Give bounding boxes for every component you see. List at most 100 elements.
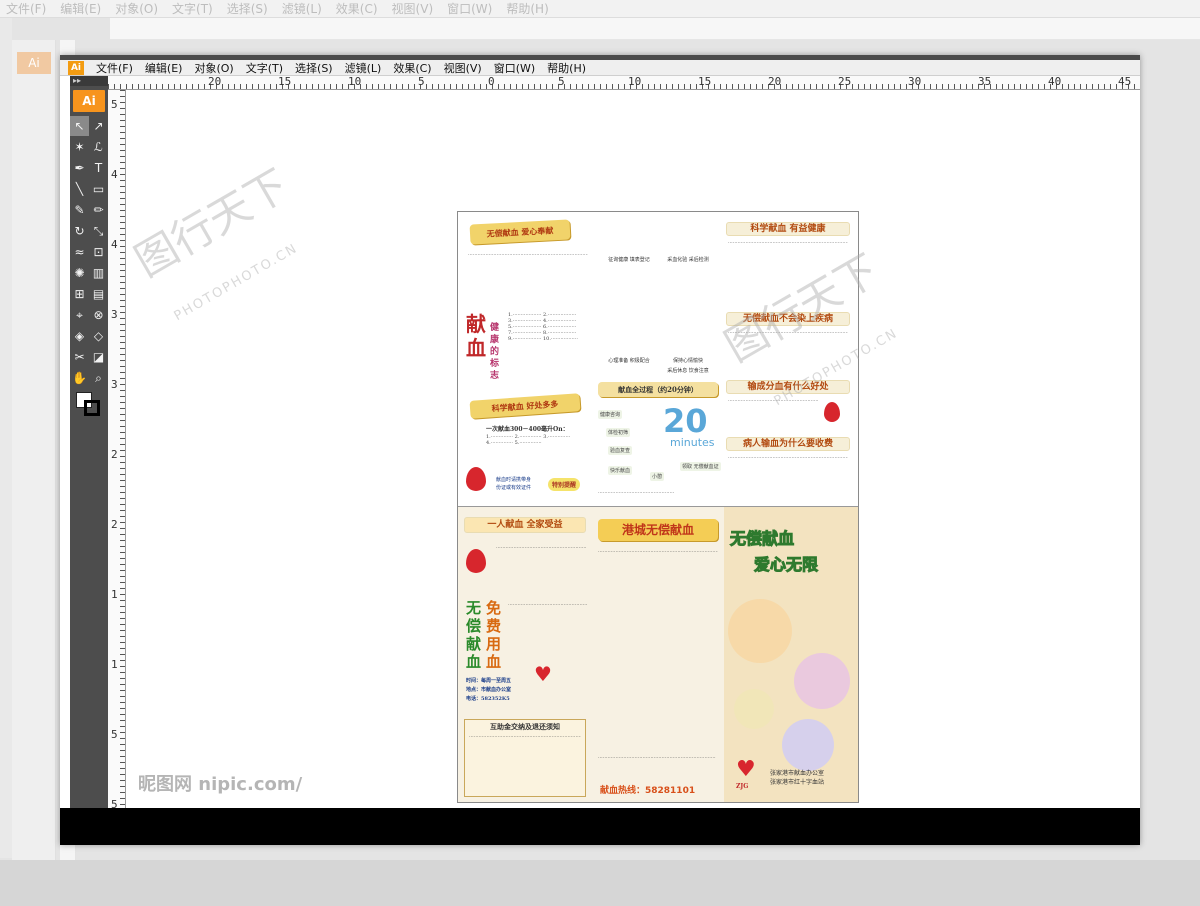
ghost-menu-item: 编辑(E) [60, 2, 102, 16]
zoom-tool-icon[interactable]: ⌕ [89, 368, 108, 388]
ruler-label: 20 [768, 75, 782, 88]
ruler-label: 4 [111, 238, 118, 251]
menu-type[interactable]: 文字(T) [240, 60, 289, 76]
rotate-tool-icon[interactable]: ↻ [70, 221, 89, 241]
menu-help[interactable]: 帮助(H) [541, 60, 592, 76]
mutual-fund-text: ········································… [469, 734, 581, 740]
blend-tool-icon[interactable]: ⊗ [89, 305, 108, 325]
fill-stroke-swatch[interactable] [70, 388, 108, 424]
right-heading: 病人输血为什么要收费 [726, 437, 850, 451]
live-paint-selection-tool-icon[interactable]: ◇ [89, 326, 108, 346]
rectangle-tool-icon[interactable]: ▭ [89, 179, 108, 199]
scale-tool-icon[interactable]: ⤡ [89, 221, 108, 241]
city-ribbon-title: 港城无偿献血 [598, 519, 718, 541]
menu-edit[interactable]: 编辑(E) [139, 60, 189, 76]
decor-circle [728, 599, 792, 663]
warp-tool-icon[interactable]: ≈ [70, 242, 89, 262]
flow-heading: 献血全过程（约20分钟） [598, 382, 718, 397]
process-label: 采后休息 饮食注意 [667, 368, 709, 374]
direct-selection-tool-icon[interactable]: ↗ [89, 116, 108, 136]
decor-circle [734, 689, 774, 729]
document-canvas[interactable]: 无偿献血 爱心奉献 ······························… [126, 90, 1140, 808]
bottom-paragraph: ········································… [508, 602, 588, 608]
organization-line: 张家港市红十字血站 [770, 779, 825, 786]
ruler-label: 2 [111, 518, 118, 531]
pen-tool-icon[interactable]: ✒ [70, 158, 89, 178]
process-label: 心理准备 积极配合 [608, 358, 650, 364]
process-label: 征询健康 填表登记 [608, 257, 650, 263]
type-tool-icon[interactable]: T [89, 158, 108, 178]
lasso-tool-icon[interactable]: ℒ [89, 137, 108, 157]
benefits-list: 1.·················· 2.·················… [508, 312, 578, 342]
ruler-label: 35 [978, 75, 992, 88]
right-heading: 科学献血 有益健康 [726, 222, 850, 236]
mutual-fund-box: 互助金交纳及退还须知 ·····························… [464, 719, 586, 797]
magic-wand-tool-icon[interactable]: ✶ [70, 137, 89, 157]
blood-drop-mascot-icon [466, 467, 486, 491]
ruler-label: 1 [111, 658, 118, 671]
ruler-label: 45 [1118, 75, 1132, 88]
column-graph-tool-icon[interactable]: ▥ [89, 263, 108, 283]
contact-row: 地点：市献血办公室 [466, 687, 512, 693]
menu-object[interactable]: 对象(O) [188, 60, 239, 76]
vertical-slogan-orange: 免费用血 [486, 599, 502, 671]
minutes-word: minutes [670, 436, 715, 449]
tools-panel-grip[interactable]: ▸▸ [70, 76, 108, 86]
ghost-menubar: 文件(F) 编辑(E) 对象(O) 文字(T) 选择(S) 滤镜(L) 效果(C… [0, 0, 1200, 18]
cover-slogan-line-2: 爱心无限 [753, 555, 819, 575]
red-cross-heart-logo-icon: ♥ [736, 757, 756, 782]
menu-select[interactable]: 选择(S) [289, 60, 339, 76]
brochure-artboard[interactable]: 无偿献血 爱心奉献 ······························… [457, 211, 859, 803]
ruler-label: 20 [208, 75, 222, 88]
ai-app-icon[interactable]: Ai [68, 60, 84, 75]
menu-view[interactable]: 视图(V) [438, 60, 488, 76]
bottom-gray-band [0, 860, 1200, 906]
bottom-heading-1: 一人献血 全家受益 [464, 517, 586, 533]
ghost-ai-logo: Ai [17, 52, 51, 74]
heart-icon: ♥ [534, 662, 552, 686]
gradient-tool-icon[interactable]: ▤ [89, 284, 108, 304]
paintbrush-tool-icon[interactable]: ✎ [70, 200, 89, 220]
id-reminder-line: 献血时请携带身 [496, 477, 532, 483]
hand-tool-icon[interactable]: ✋ [70, 368, 89, 388]
stroke-swatch[interactable] [84, 400, 100, 416]
ruler-label: 40 [1048, 75, 1062, 88]
live-paint-tool-icon[interactable]: ◈ [70, 326, 89, 346]
brochure-outside-panel: 一人献血 全家受益 ······························… [458, 507, 858, 802]
ruler-label: 1 [111, 588, 118, 601]
vertical-ruler[interactable]: 54433221155 [108, 90, 126, 836]
decor-circle [782, 719, 834, 771]
ghost-menu-item: 对象(O) [115, 2, 159, 16]
slice-tool-icon[interactable]: ✂ [70, 347, 89, 367]
line-tool-icon[interactable]: ╲ [70, 179, 89, 199]
cover-panel: 无偿献血 爱心无限 ♥ ZJG 张家港市献血办公室 张家港市红十字血站 [724, 507, 858, 802]
ghost-side-strip [0, 18, 12, 858]
bottom-paragraph: ········································… [496, 545, 586, 551]
ruler-label: 10 [628, 75, 642, 88]
ruler-label: 5 [111, 98, 118, 111]
symbol-sprayer-tool-icon[interactable]: ✺ [70, 263, 89, 283]
eyedropper-tool-icon[interactable]: ⌖ [70, 305, 89, 325]
intro-paragraph: ········································… [468, 252, 588, 258]
eraser-tool-icon[interactable]: ◪ [89, 347, 108, 367]
step-donate: 快乐献血 [608, 466, 633, 475]
ruler-label: 3 [111, 308, 118, 321]
minutes-number: 20 [663, 402, 708, 440]
horizontal-ruler[interactable]: 20 15 10 5 0 5 10 15 20 25 30 35 40 45 [108, 76, 1140, 90]
free-transform-tool-icon[interactable]: ⊡ [89, 242, 108, 262]
ruler-label: 10 [348, 75, 362, 88]
cover-slogan-line-1: 无偿献血 [729, 529, 795, 549]
contact-info: 时间：每周一至周五 地点：市献血办公室 电话：582352K5 [466, 677, 511, 704]
ruler-label: 2 [111, 448, 118, 461]
selection-tool-icon[interactable]: ↖ [70, 116, 89, 136]
logo-text: ZJG [736, 783, 749, 790]
menu-filter[interactable]: 滤镜(L) [339, 60, 388, 76]
menu-effect[interactable]: 效果(C) [387, 60, 437, 76]
mesh-tool-icon[interactable]: ⊞ [70, 284, 89, 304]
ruler-label: 5 [558, 75, 565, 88]
ai-panel-logo: Ai [73, 90, 105, 112]
menu-file[interactable]: 文件(F) [90, 60, 139, 76]
decor-circle [794, 653, 850, 709]
menu-window[interactable]: 窗口(W) [488, 60, 541, 76]
pencil-tool-icon[interactable]: ✏ [89, 200, 108, 220]
